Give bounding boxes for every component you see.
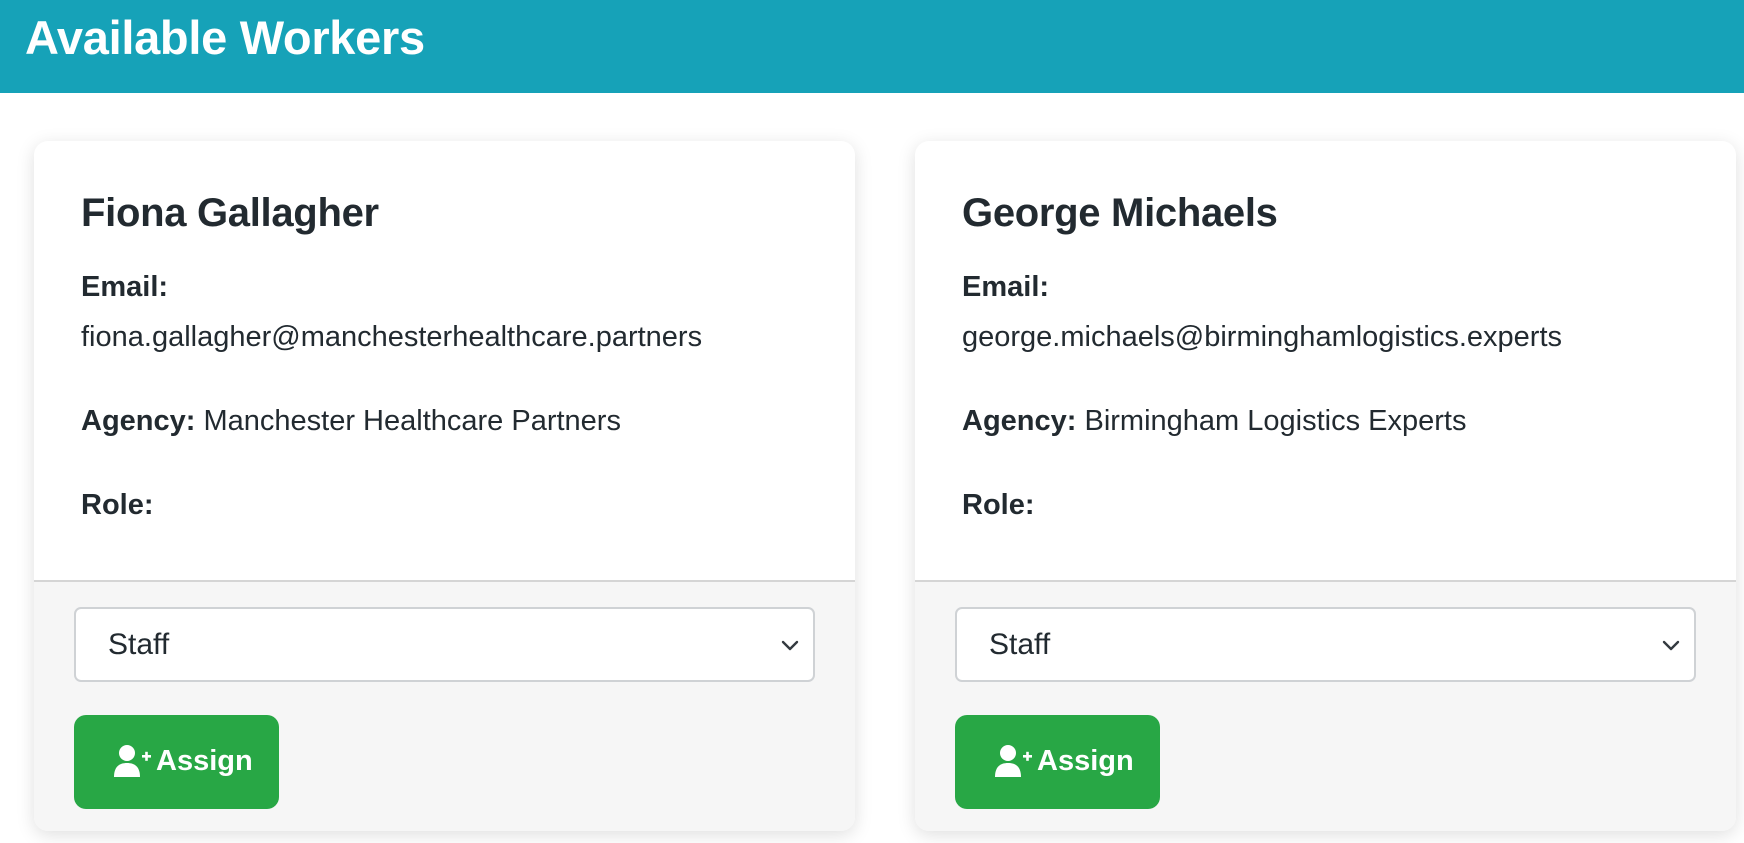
- email-value: fiona.gallagher@manchesterhealthcare.par…: [81, 321, 703, 353]
- role-select[interactable]: Staff: [955, 607, 1696, 682]
- role-select[interactable]: Staff: [74, 607, 815, 682]
- assign-button[interactable]: Assign: [74, 715, 279, 809]
- agency-line: Agency: Manchester Healthcare Partners: [81, 403, 621, 439]
- role-label: Role:: [81, 489, 154, 521]
- agency-label: Agency:: [962, 405, 1077, 437]
- email-value: george.michaels@birminghamlogistics.expe…: [962, 321, 1563, 353]
- agency-line: Agency: Birmingham Logistics Experts: [962, 403, 1466, 439]
- agency-value: Manchester Healthcare Partners: [203, 405, 621, 437]
- page-title: Available Workers: [25, 11, 425, 64]
- user-plus-icon: [995, 745, 1032, 777]
- assign-button-label: Assign: [156, 745, 253, 777]
- worker-card-footer: Staff Assign: [915, 580, 1736, 831]
- worker-name: George Michaels: [962, 191, 1278, 235]
- worker-card: George Michaels Email: george.michaels@b…: [915, 141, 1736, 831]
- worker-name: Fiona Gallagher: [81, 191, 379, 235]
- assign-button[interactable]: Assign: [955, 715, 1160, 809]
- chevron-down-icon: [781, 640, 799, 651]
- role-select-value: Staff: [989, 628, 1051, 661]
- agency-label: Agency:: [81, 405, 196, 437]
- worker-card-body: Fiona Gallagher Email: fiona.gallagher@m…: [34, 141, 855, 581]
- page-header: Available Workers: [0, 0, 1744, 93]
- worker-card-footer: Staff Assign: [34, 580, 855, 831]
- agency-value: Birmingham Logistics Experts: [1084, 405, 1467, 437]
- role-label: Role:: [962, 489, 1035, 521]
- assign-button-label: Assign: [1037, 745, 1134, 777]
- role-select-value: Staff: [108, 628, 170, 661]
- email-label: Email:: [81, 271, 169, 303]
- chevron-down-icon: [1662, 640, 1680, 651]
- worker-card-body: George Michaels Email: george.michaels@b…: [915, 141, 1736, 581]
- user-plus-icon: [114, 745, 151, 777]
- worker-card: Fiona Gallagher Email: fiona.gallagher@m…: [34, 141, 855, 831]
- email-label: Email:: [962, 271, 1050, 303]
